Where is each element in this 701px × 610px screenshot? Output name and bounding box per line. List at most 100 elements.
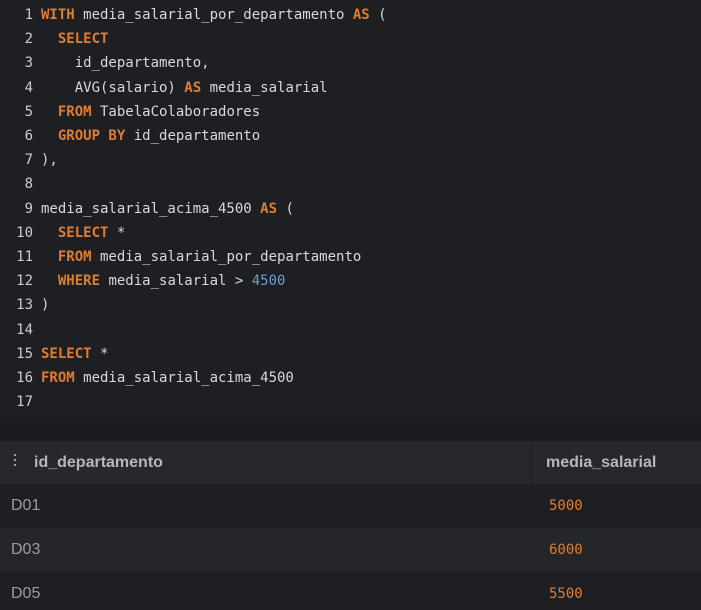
code-line[interactable]: 14 — [0, 318, 701, 342]
sql-keyword: WHERE — [57, 273, 101, 290]
table-row[interactable]: D01 5000 — [0, 484, 701, 528]
sql-keyword: AS — [260, 200, 278, 217]
code-line[interactable]: 6 GROUP BY id_departamento — [0, 124, 701, 148]
sql-text: * — [108, 224, 126, 241]
results-table: id_departamento media_salarial D01 5000 … — [0, 441, 701, 610]
code-text: SELECT — [41, 27, 109, 51]
sql-keyword: AS — [352, 7, 370, 23]
column-header-id-departamento[interactable]: id_departamento — [34, 441, 163, 484]
sql-text: media_salarial_acima_4500 — [41, 200, 261, 217]
table-row[interactable]: D03 6000 — [0, 528, 701, 572]
code-line[interactable]: 17 — [0, 390, 701, 414]
code-text: GROUP BY id_departamento — [41, 124, 260, 148]
line-number: 1 — [24, 7, 33, 23]
code-line[interactable]: 16 FROM media_salarial_acima_4500 — [0, 366, 701, 390]
sql-text: media_salarial_acima_4500 — [74, 370, 294, 386]
sql-text: ), — [41, 152, 58, 169]
line-number: 14 — [16, 321, 33, 338]
cell-id-departamento: D03 — [11, 541, 41, 558]
line-number: 5 — [24, 103, 33, 120]
code-line[interactable]: 1 WITH media_salarial_por_departamento AS… — [0, 3, 701, 27]
drag-handle-icon[interactable] — [13, 454, 17, 466]
cell-media-salarial: 5000 — [549, 498, 583, 514]
sql-keyword: FROM — [41, 370, 75, 386]
line-number: 10 — [16, 224, 33, 241]
sql-text: media_salarial — [201, 79, 328, 96]
code-text: FROM media_salarial_por_departamento — [41, 245, 361, 269]
sql-keyword: SELECT — [57, 31, 109, 48]
cell-id-departamento: D01 — [11, 497, 41, 514]
sql-text: media_salarial > — [100, 273, 252, 290]
sql-text: ( — [277, 200, 294, 217]
code-text: SELECT * — [41, 221, 125, 245]
code-text: FROM TabelaColaboradores — [41, 100, 260, 124]
sql-text: ( — [369, 7, 387, 23]
line-number: 7 — [24, 152, 33, 169]
cell-id-departamento: D05 — [11, 585, 41, 602]
sql-keyword: FROM — [57, 249, 92, 265]
sql-keyword: AS — [184, 79, 202, 96]
code-line[interactable]: 12 WHERE media_salarial > 4500 — [0, 269, 701, 293]
sql-keyword: FROM — [57, 103, 92, 120]
code-text: id_departamento, — [41, 51, 210, 75]
line-number: 8 — [24, 176, 33, 193]
column-header-media-salarial[interactable]: media_salarial — [546, 441, 656, 484]
line-number: 6 — [24, 128, 33, 144]
sql-text: id_departamento, — [41, 55, 210, 72]
code-line[interactable]: 5 FROM TabelaColaboradores — [0, 100, 701, 124]
sql-keyword: SELECT — [57, 224, 109, 241]
code-text: WHERE media_salarial > 4500 — [41, 269, 286, 293]
code-text: media_salarial_acima_4500 AS ( — [41, 197, 294, 221]
line-number: 4 — [24, 79, 33, 96]
line-number: 11 — [16, 249, 33, 265]
line-number: 9 — [24, 200, 33, 217]
column-divider[interactable] — [531, 441, 532, 484]
code-line[interactable]: 4 AVG(salario) AS media_salarial — [0, 76, 701, 100]
code-text: SELECT * — [41, 342, 108, 366]
cell-media-salarial: 5500 — [549, 586, 583, 602]
line-number: 13 — [16, 297, 33, 314]
code-line[interactable]: 15 SELECT * — [0, 342, 701, 366]
sql-text: id_departamento — [125, 128, 261, 144]
line-number: 12 — [16, 273, 33, 290]
line-number: 16 — [16, 370, 33, 386]
sql-keyword: SELECT — [41, 345, 92, 362]
code-line[interactable]: 7), — [0, 148, 701, 172]
code-text: ), — [41, 148, 58, 172]
sql-code-editor[interactable]: 1 WITH media_salarial_por_departamento AS… — [0, 0, 701, 422]
table-row[interactable]: D05 5500 — [0, 572, 701, 610]
query-result-view: 1 WITH media_salarial_por_departamento AS… — [0, 0, 701, 610]
code-text: FROM media_salarial_acima_4500 — [41, 366, 294, 390]
code-line[interactable]: 13) — [0, 293, 701, 317]
line-number: 17 — [16, 394, 33, 411]
code-text: WITH media_salarial_por_departamento AS … — [41, 3, 387, 27]
code-line[interactable]: 10 SELECT * — [0, 221, 701, 245]
code-line[interactable]: 2 SELECT — [0, 27, 701, 51]
code-line[interactable]: 9 media_salarial_acima_4500 AS ( — [0, 197, 701, 221]
code-text: AVG(salario) AS media_salarial — [41, 76, 328, 100]
line-number: 15 — [16, 345, 33, 362]
sql-keyword: GROUP BY — [57, 128, 126, 144]
sql-number: 4500 — [251, 273, 286, 290]
sql-text: TabelaColaboradores — [91, 103, 261, 120]
sql-keyword: WITH — [41, 7, 75, 23]
sql-text: media_salarial_por_departamento — [91, 249, 362, 265]
code-line[interactable]: 8 — [0, 172, 701, 196]
sql-text: ) — [41, 297, 50, 314]
line-number: 3 — [24, 55, 33, 72]
sql-text: AVG(salario) — [41, 79, 185, 96]
table-header: id_departamento media_salarial — [0, 441, 701, 484]
cell-media-salarial: 6000 — [549, 542, 583, 558]
code-text: ) — [41, 293, 49, 317]
sql-text: * — [91, 345, 109, 362]
code-line[interactable]: 11 FROM media_salarial_por_departamento — [0, 245, 701, 269]
code-line[interactable]: 3 id_departamento, — [0, 51, 701, 75]
sql-text: media_salarial_por_departamento — [74, 7, 353, 23]
line-number: 2 — [24, 31, 33, 48]
